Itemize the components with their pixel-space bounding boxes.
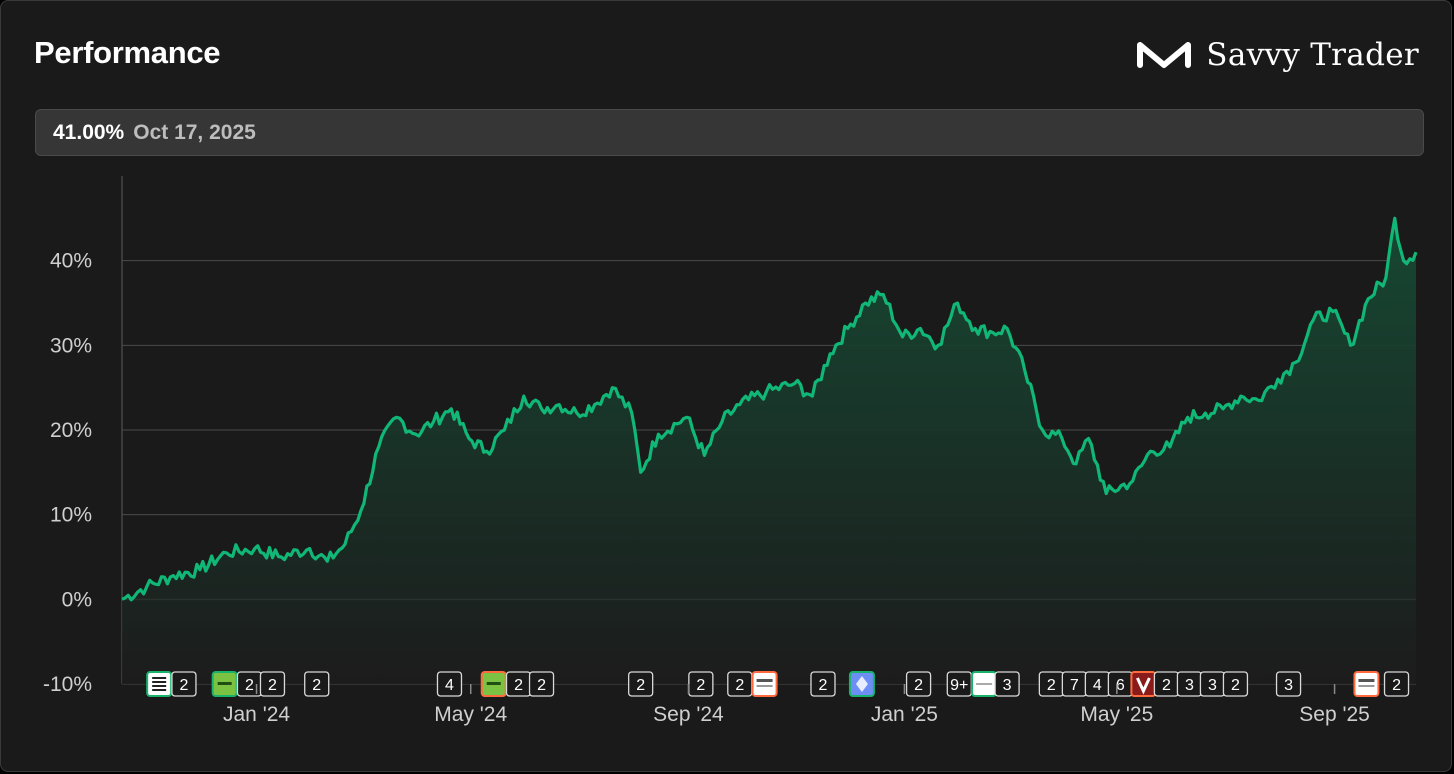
event-badge-count[interactable]: 2 [505,671,532,697]
badge-count-label: 3 [1284,677,1293,694]
badge-count-label: 2 [696,677,705,694]
event-badge-logo[interactable] [211,671,238,697]
event-badge-count[interactable]: 3 [1275,671,1302,697]
y-tick-label: 10% [50,504,92,527]
badge-count-label: 3 [1185,677,1194,694]
event-badge-count[interactable]: 3 [1176,671,1203,697]
badge-count-label: 2 [914,677,923,694]
badge-count-label: 2 [735,677,744,694]
badge-count-label: 2 [1392,677,1401,694]
badge-count-label: 2 [1047,677,1056,694]
badge-count-label: 4 [1093,677,1102,694]
x-tick-label: May '24 [434,703,507,726]
event-badge-logo[interactable] [480,671,507,697]
y-tick-label: -10% [43,673,92,696]
event-badge-count[interactable]: 2 [1038,671,1064,697]
performance-area [122,218,1416,685]
event-badge-count[interactable]: 2 [1153,671,1180,697]
event-badge-count[interactable]: 3 [1199,671,1226,697]
badge-count-label: 2 [537,677,546,694]
ethereum-icon [848,671,875,697]
badge-count-label: 2 [636,677,645,694]
y-tick-label: 40% [50,250,92,273]
event-badge-logo[interactable] [751,671,778,697]
event-badge-count[interactable]: 3 [994,671,1020,697]
event-badge-count[interactable]: 2 [688,671,714,697]
event-badge-logo[interactable] [848,671,875,697]
badge-count-label: 2 [180,677,189,694]
event-badge-count[interactable]: 2 [727,671,753,697]
badge-count-label: 2 [312,677,321,694]
event-badge-count[interactable]: 2 [1222,671,1249,697]
ishares-logo-icon [480,671,507,697]
y-tick-label: 30% [50,334,92,357]
area-fill-group [122,218,1416,685]
visa-logo-icon [1130,671,1157,697]
y-axis-ticks: -10% 0% 10% 20% 30% 40% [43,250,92,696]
event-badge-count[interactable]: 2 [528,671,555,697]
event-badge-count[interactable]: 4 [1084,671,1111,697]
state-street-logo-icon [146,671,173,697]
event-badge-logo[interactable] [971,671,998,697]
uscf-logo-icon [751,671,778,697]
event-badge-logo[interactable] [1353,671,1380,697]
event-badge-count[interactable]: 9+ [946,671,972,697]
x-tick-label: Sep '24 [653,703,724,726]
badge-count-label: 2 [1162,677,1171,694]
y-tick-label: 20% [50,419,92,442]
event-badge-count[interactable]: 2 [810,671,836,697]
badge-count-label: 4 [445,677,454,694]
badge-count-label: 7 [1070,677,1079,694]
badge-count-label: 2 [819,677,828,694]
performance-chart[interactable]: -10%0%10%20%30%40% 2 2 2 2 4 2 2 2 2 2 2 2 9+ 3 2 7 4 6 2 3… [0,0,1454,774]
ishares-logo-icon [211,671,238,697]
event-badge-count[interactable]: 6 [1107,671,1134,697]
event-badge-count[interactable]: 2 [905,671,932,697]
event-badge-count[interactable]: 2 [236,671,263,697]
badge-count-label: 2 [245,677,254,694]
x-tick-label: Jan '24 [223,703,290,726]
event-badge-logo[interactable] [1130,671,1157,697]
event-badge-count[interactable]: 2 [1383,671,1410,697]
badge-count-label: 3 [1003,677,1012,694]
y-tick-label: 0% [62,588,92,611]
uscf-logo-icon [1353,671,1380,697]
badge-count-label: 2 [514,677,523,694]
event-badge-logo[interactable] [146,671,173,697]
event-badge-count[interactable]: 2 [259,671,286,697]
badge-count-label: 9+ [950,677,968,694]
x-tick-label: May '25 [1080,703,1153,726]
event-badge-count[interactable]: 2 [171,671,197,697]
badge-count-label: 2 [1231,677,1240,694]
event-badge-count[interactable]: 2 [304,671,330,697]
event-badge-count[interactable]: 4 [436,671,463,697]
event-badge-count[interactable]: 2 [628,671,654,697]
x-tick-label: Sep '25 [1299,703,1370,726]
badge-count-label: 2 [268,677,277,694]
fund-logo-icon [971,671,998,697]
x-tick-label: Jan '25 [871,703,938,726]
event-badge-count[interactable]: 7 [1061,671,1088,697]
badge-count-label: 3 [1208,677,1217,694]
